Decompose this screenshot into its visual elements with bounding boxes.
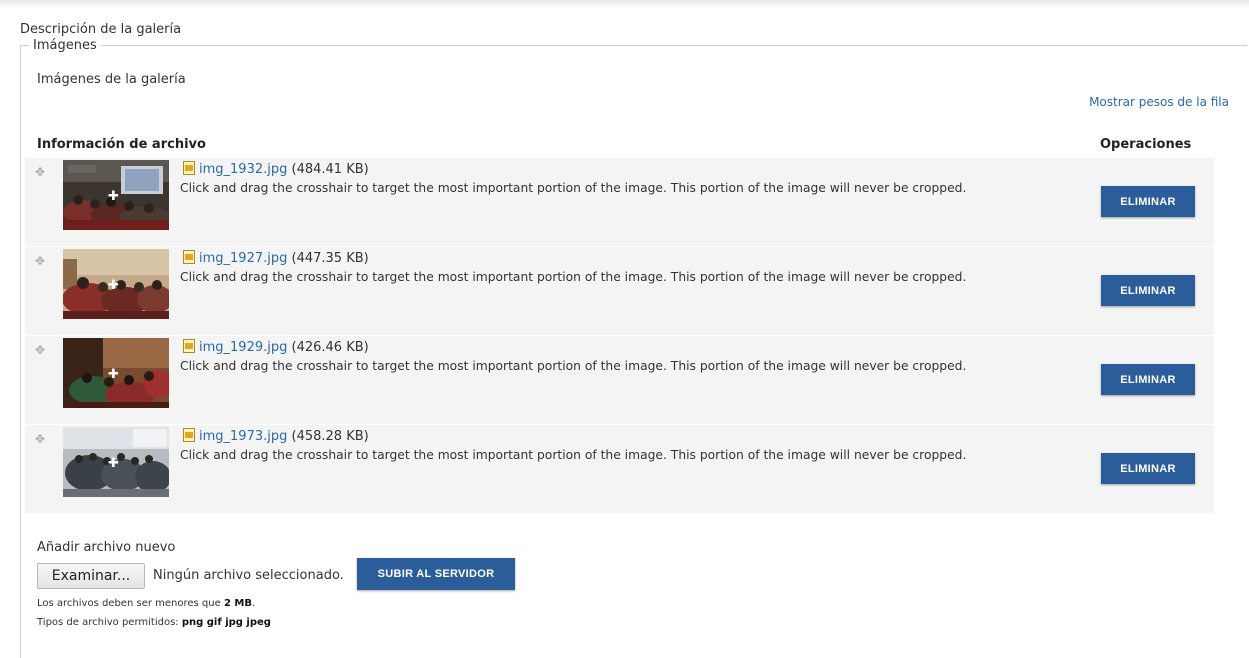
file-info: img_1929.jpg (426.46 KB) [183, 339, 369, 357]
crosshair-icon[interactable]: ✚ [108, 457, 119, 470]
gallery-description-label: Descripción de la galería [20, 22, 182, 37]
drag-handle-icon[interactable]: ✥ [35, 255, 45, 267]
table-row: ✥ ✚ img_1932.jpg (484.41 KB) Click and d… [25, 158, 1214, 246]
size-note-prefix: Los archivos deben ser menores que [37, 598, 221, 609]
file-info: img_1927.jpg (447.35 KB) [183, 250, 369, 268]
file-link[interactable]: img_1973.jpg [199, 429, 287, 444]
crop-hint-text: Click and drag the crosshair to target t… [180, 359, 967, 373]
drag-handle-icon[interactable]: ✥ [35, 344, 45, 356]
crop-hint-text: Click and drag the crosshair to target t… [180, 448, 967, 462]
add-new-file-label: Añadir archivo nuevo [37, 540, 176, 555]
show-row-weights-link[interactable]: Mostrar pesos de la fila [1089, 95, 1229, 109]
file-link[interactable]: img_1932.jpg [199, 162, 287, 177]
file-size-note: Los archivos deben ser menores que 2 MB. [37, 598, 255, 609]
no-file-selected-text: Ningún archivo seleccionado. [153, 568, 344, 583]
file-link[interactable]: img_1927.jpg [199, 251, 287, 266]
gallery-images-label: Imágenes de la galería [37, 72, 186, 87]
file-size: (458.28 KB) [291, 429, 369, 444]
file-types-note: Tipos de archivo permitidos: png gif jpg… [37, 617, 271, 628]
drag-handle-icon[interactable]: ✥ [35, 433, 45, 445]
image-file-icon [183, 161, 195, 179]
file-size: (426.46 KB) [291, 340, 369, 355]
image-file-icon [183, 339, 195, 357]
image-file-icon [183, 428, 195, 446]
file-info: img_1973.jpg (458.28 KB) [183, 428, 369, 446]
crosshair-icon[interactable]: ✚ [108, 279, 119, 292]
remove-button[interactable]: ELIMINAR [1101, 186, 1195, 217]
size-note-value: 2 MB [223, 598, 252, 609]
remove-button[interactable]: ELIMINAR [1101, 275, 1195, 306]
file-size: (484.41 KB) [291, 162, 369, 177]
crop-hint-text: Click and drag the crosshair to target t… [180, 270, 967, 284]
crosshair-icon[interactable]: ✚ [108, 190, 119, 203]
drag-handle-icon[interactable]: ✥ [35, 166, 45, 178]
column-header-operations: Operaciones [1100, 137, 1192, 152]
types-note-value: png gif jpg jpeg [181, 617, 271, 628]
browse-button[interactable]: Examinar... [37, 563, 145, 589]
size-note-suffix: . [251, 598, 256, 609]
file-info: img_1932.jpg (484.41 KB) [183, 161, 369, 179]
crop-hint-text: Click and drag the crosshair to target t… [180, 181, 967, 195]
images-legend: Imágenes [33, 38, 97, 53]
remove-button[interactable]: ELIMINAR [1101, 364, 1195, 395]
file-size: (447.35 KB) [291, 251, 369, 266]
top-shadow [0, 0, 1249, 8]
table-row: ✥ ✚ img_1929.jpg (426.46 KB) Click and d… [25, 336, 1214, 424]
upload-to-server-button[interactable]: SUBIR AL SERVIDOR [357, 558, 515, 590]
types-note-prefix: Tipos de archivo permitidos: [37, 617, 179, 628]
table-row: ✥ ✚ img_1973.jpg (458.28 KB) Click and d… [25, 425, 1214, 513]
remove-button[interactable]: ELIMINAR [1101, 453, 1195, 484]
table-row: ✥ ✚ img_1927.jpg (447.35 KB) Click and d… [25, 247, 1214, 335]
crosshair-icon[interactable]: ✚ [108, 368, 119, 381]
image-file-icon [183, 250, 195, 268]
file-link[interactable]: img_1929.jpg [199, 340, 287, 355]
column-header-file-info: Información de archivo [37, 137, 206, 152]
